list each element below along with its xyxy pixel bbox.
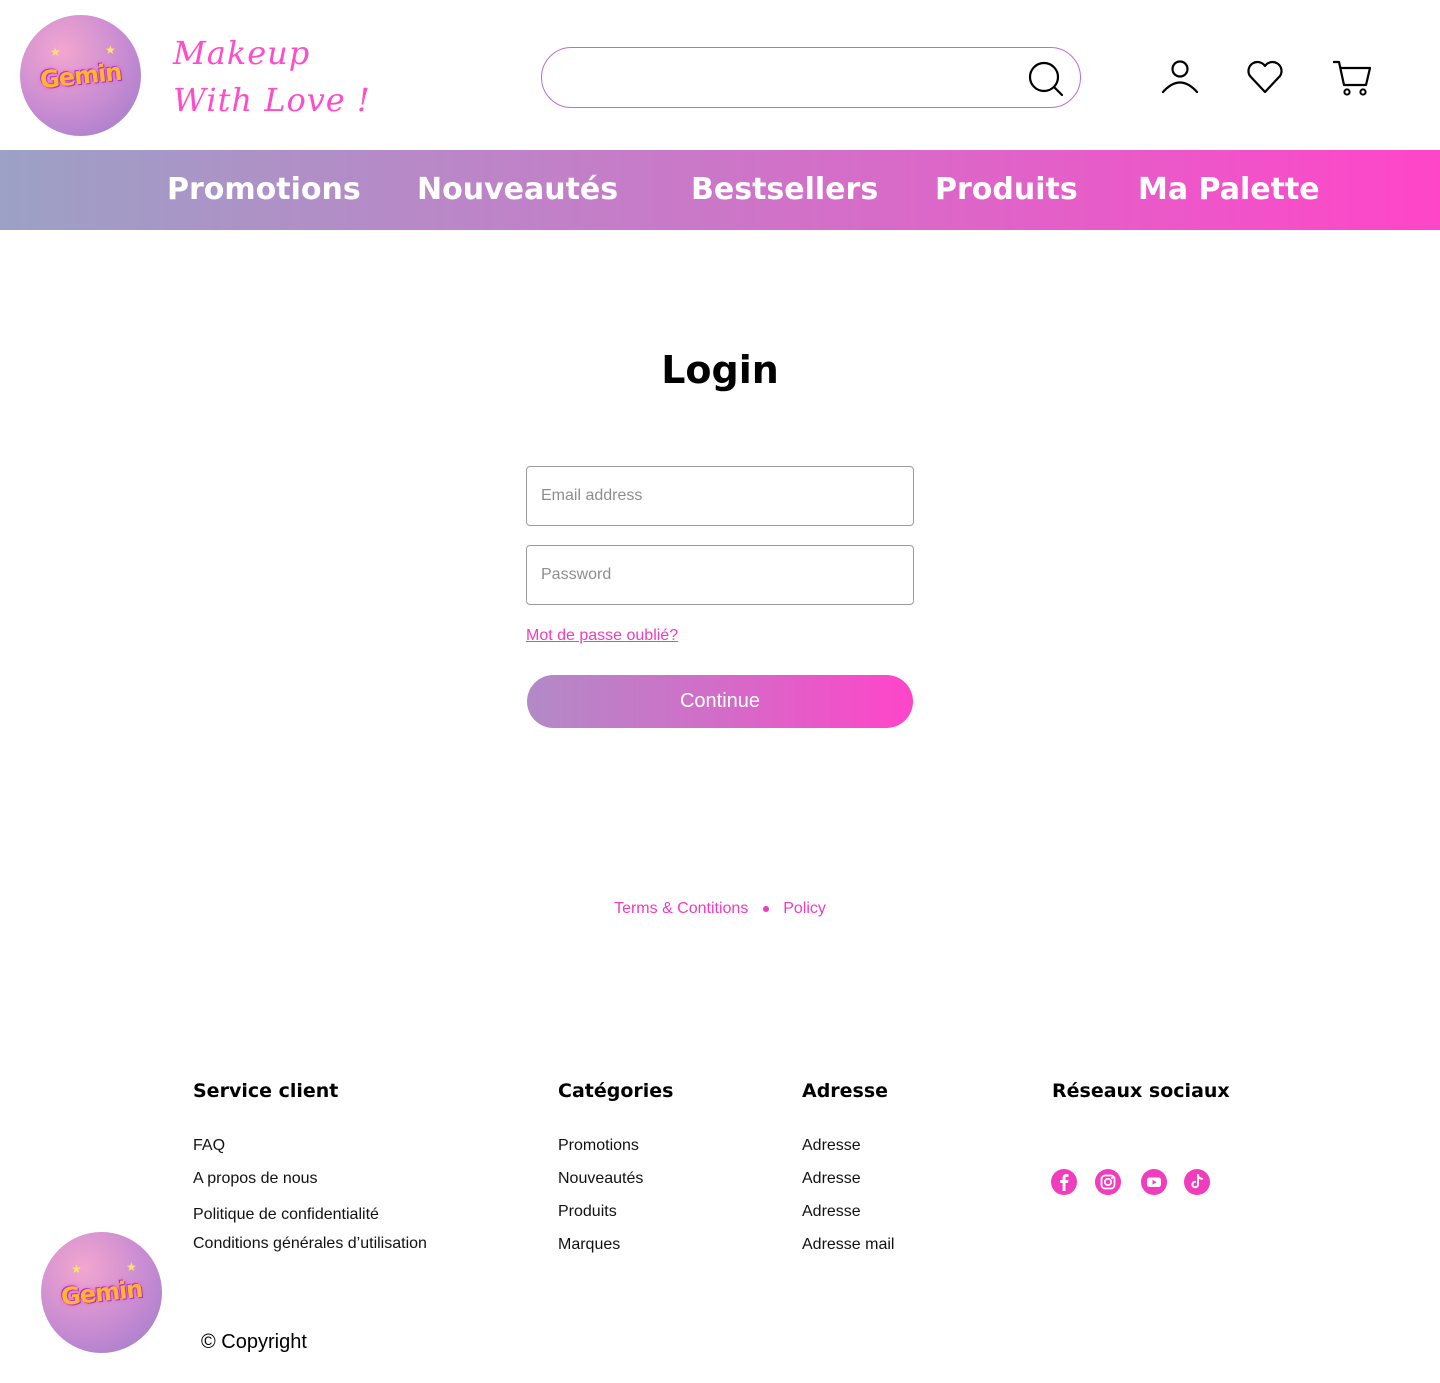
main-nav: Promotions Nouveautés Bestsellers Produi… <box>0 150 1440 230</box>
youtube-icon[interactable] <box>1141 1169 1167 1195</box>
password-field[interactable] <box>526 545 914 605</box>
star-icon: ★ <box>126 1260 137 1274</box>
star-icon: ★ <box>50 45 61 59</box>
logo-text: Gemin <box>59 1274 144 1311</box>
footer-heading-categories: Catégories <box>558 1080 674 1102</box>
footer-address-line: Adresse <box>802 1170 861 1187</box>
policy-link[interactable]: Policy <box>783 900 826 918</box>
search-icon[interactable] <box>1028 61 1064 97</box>
separator-dot <box>762 906 769 912</box>
footer-heading-service: Service client <box>193 1080 339 1102</box>
user-icon[interactable] <box>1160 57 1200 97</box>
nav-item-nouveautes[interactable]: Nouveautés <box>417 168 618 212</box>
footer-logo[interactable]: ★ ★ Gemin <box>41 1232 162 1353</box>
logo-text: Gemin <box>38 57 123 94</box>
footer-heading-social: Réseaux sociaux <box>1052 1080 1230 1102</box>
nav-item-produits[interactable]: Produits <box>935 168 1078 212</box>
nav-item-ma-palette[interactable]: Ma Palette <box>1138 168 1320 212</box>
footer-link-privacy[interactable]: Politique de confidentialité <box>193 1206 379 1224</box>
legal-links: Terms & Contitions Policy <box>0 900 1440 918</box>
nav-item-promotions[interactable]: Promotions <box>167 168 361 212</box>
footer-link-about[interactable]: A propos de nous <box>193 1170 318 1188</box>
copyright-text: © Copyright <box>201 1331 307 1353</box>
facebook-icon[interactable] <box>1051 1169 1077 1195</box>
page-title: Login <box>661 348 779 392</box>
terms-link[interactable]: Terms & Contitions <box>614 900 748 918</box>
footer-heading-address: Adresse <box>802 1080 889 1102</box>
footer-link-faq[interactable]: FAQ <box>193 1137 225 1155</box>
footer-link-terms[interactable]: Conditions générales d’utilisation <box>193 1235 427 1253</box>
footer-address-email[interactable]: Adresse mail <box>802 1236 894 1254</box>
star-icon: ★ <box>105 43 116 57</box>
search-bar <box>541 47 1081 109</box>
footer-link-nouveautes[interactable]: Nouveautés <box>558 1170 643 1188</box>
brand-tagline: Makeup With Love ! <box>173 30 371 124</box>
footer-address-line: Adresse <box>802 1137 861 1154</box>
brand-logo[interactable]: ★ ★ Gemin <box>20 15 141 136</box>
footer-link-produits[interactable]: Produits <box>558 1203 617 1221</box>
tagline-line-2: With Love ! <box>173 81 371 119</box>
cart-icon[interactable] <box>1332 57 1372 97</box>
footer-link-marques[interactable]: Marques <box>558 1236 620 1254</box>
star-icon: ★ <box>71 1262 82 1276</box>
nav-item-bestsellers[interactable]: Bestsellers <box>691 168 878 212</box>
heart-icon[interactable] <box>1245 57 1285 97</box>
footer-link-promotions[interactable]: Promotions <box>558 1137 639 1155</box>
tiktok-icon[interactable] <box>1184 1169 1210 1195</box>
footer-address-line: Adresse <box>802 1203 861 1220</box>
continue-button[interactable]: Continue <box>527 675 913 728</box>
email-field[interactable] <box>526 466 914 526</box>
search-input[interactable] <box>562 48 1026 109</box>
tagline-line-1: Makeup <box>173 34 311 72</box>
forgot-password-link[interactable]: Mot de passe oublié? <box>526 627 678 645</box>
instagram-icon[interactable] <box>1095 1169 1121 1195</box>
